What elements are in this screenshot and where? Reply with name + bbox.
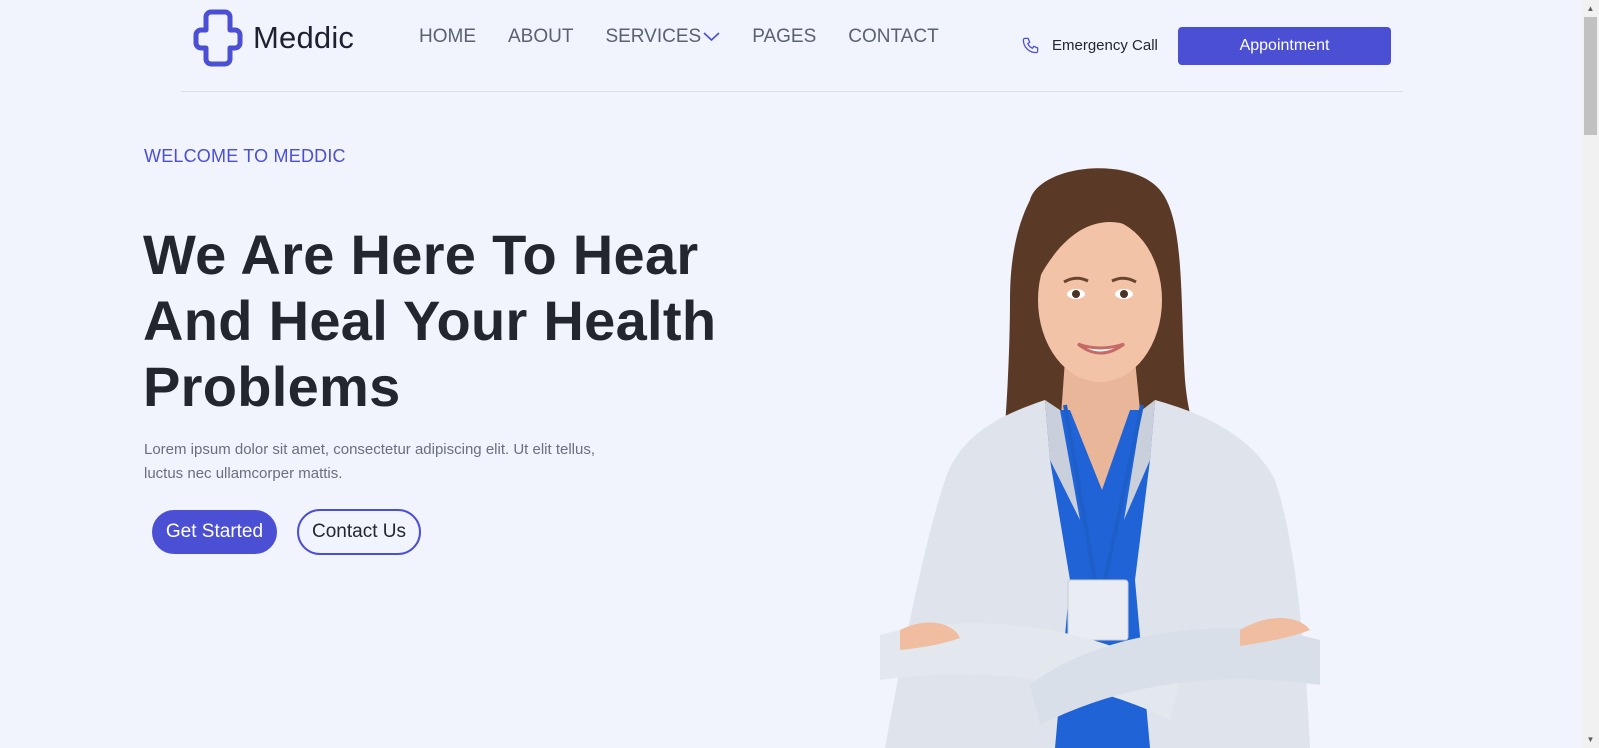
phone-icon bbox=[1022, 37, 1039, 54]
nav-item-label: CONTACT bbox=[848, 26, 939, 47]
brand-logo[interactable]: Meddic bbox=[191, 7, 354, 69]
page: Meddic HOME ABOUT SERVICES PAGES CONTACT… bbox=[0, 0, 1599, 748]
doctor-portrait-image bbox=[880, 168, 1320, 748]
nav-item-label: SERVICES bbox=[605, 26, 702, 47]
emergency-call-label: Emergency Call bbox=[1052, 37, 1158, 54]
nav-item-home[interactable]: HOME bbox=[419, 26, 476, 48]
nav-item-contact[interactable]: CONTACT bbox=[848, 26, 938, 48]
nav-item-label: ABOUT bbox=[508, 26, 574, 47]
header-divider bbox=[181, 91, 1403, 92]
contact-us-button[interactable]: Contact Us bbox=[297, 509, 421, 555]
hero-headline: We Are Here To Hear And Heal Your Health… bbox=[143, 223, 717, 418]
nav-item-pages[interactable]: PAGES bbox=[752, 26, 816, 48]
hero-lead-text: Lorem ipsum dolor sit amet, consectetur … bbox=[144, 441, 596, 482]
hero-eyebrow: WELCOME TO MEDDIC bbox=[144, 146, 346, 166]
nav-item-services[interactable]: SERVICES bbox=[605, 26, 720, 48]
site-header: Meddic HOME ABOUT SERVICES PAGES CONTACT… bbox=[0, 0, 1582, 92]
nav-item-about[interactable]: ABOUT bbox=[508, 26, 573, 48]
scroll-up-arrow-icon[interactable]: ▲ bbox=[1582, 0, 1599, 17]
main-nav: HOME ABOUT SERVICES PAGES CONTACT bbox=[419, 26, 971, 48]
chevron-down-icon bbox=[703, 32, 720, 42]
brand-name: Meddic bbox=[253, 20, 355, 55]
medical-cross-icon bbox=[193, 9, 243, 67]
emergency-call-link[interactable]: Emergency Call bbox=[1021, 36, 1158, 55]
get-started-button[interactable]: Get Started bbox=[152, 510, 277, 554]
nav-item-label: PAGES bbox=[752, 26, 817, 47]
nav-item-label: HOME bbox=[419, 26, 476, 47]
scroll-down-arrow-icon[interactable]: ▼ bbox=[1582, 731, 1599, 748]
page-scrollbar[interactable]: ▲ ▼ bbox=[1582, 0, 1599, 748]
appointment-button[interactable]: Appointment bbox=[1178, 27, 1391, 65]
scrollbar-thumb[interactable] bbox=[1584, 17, 1597, 135]
